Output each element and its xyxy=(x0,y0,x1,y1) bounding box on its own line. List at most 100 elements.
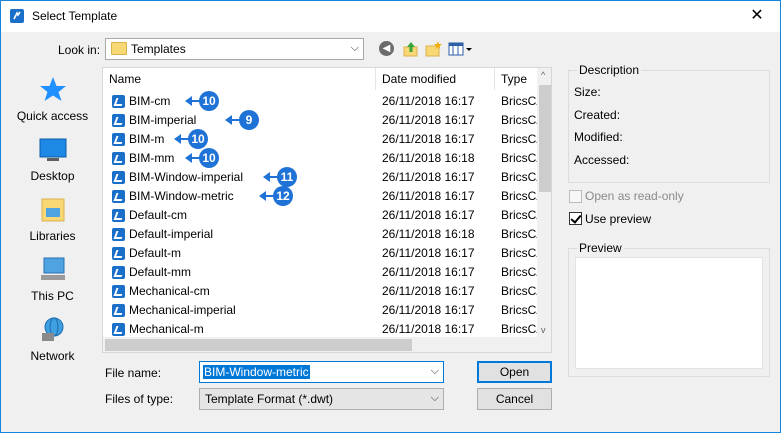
preview-area xyxy=(575,257,763,369)
file-row[interactable]: BIM-mm 26/11/2018 16:18 BricsCAD 10 xyxy=(103,148,537,168)
bricscad-file-icon xyxy=(112,171,125,184)
column-header-name[interactable]: Name xyxy=(103,68,376,90)
libraries-icon xyxy=(38,195,68,223)
file-row[interactable]: Mechanical-cm 26/11/2018 16:17 BricsCAD xyxy=(103,282,537,301)
look-in-combo[interactable]: Templates ⌵ xyxy=(105,38,364,60)
callout-number: 10 xyxy=(199,91,219,111)
chevron-down-icon: ⌵ xyxy=(350,42,359,54)
horizontal-scrollbar[interactable] xyxy=(103,337,537,352)
folder-icon xyxy=(111,42,127,55)
file-type-cell: BricsCAD xyxy=(501,170,537,184)
title-bar: Select Template ✕ xyxy=(1,1,780,32)
window-title: Select Template xyxy=(32,9,118,23)
file-row[interactable]: Default-cm 26/11/2018 16:17 BricsCAD xyxy=(103,206,537,225)
file-type-cell: BricsCAD xyxy=(501,113,537,127)
file-name-cell: BIM-mm xyxy=(129,151,175,165)
vertical-scrollbar[interactable]: ^ v xyxy=(537,68,551,337)
place-libraries[interactable]: Libraries xyxy=(5,195,100,251)
place-desktop[interactable]: Desktop xyxy=(5,135,100,191)
file-name-cell: BIM-imperial xyxy=(129,113,197,127)
look-in-value: Templates xyxy=(131,42,186,56)
new-folder-icon[interactable] xyxy=(425,40,443,58)
file-date-cell: 26/11/2018 16:17 xyxy=(382,132,475,146)
file-name-cell: BIM-m xyxy=(129,132,165,146)
file-name-cell: Default-mm xyxy=(129,265,192,279)
bricscad-file-icon xyxy=(112,209,125,222)
file-date-cell: 26/11/2018 16:17 xyxy=(382,303,475,317)
scroll-down-icon[interactable]: v xyxy=(541,325,546,335)
place-network[interactable]: Network xyxy=(5,315,100,371)
file-type-cell: BricsCAD xyxy=(501,151,537,165)
preview-group: Preview xyxy=(568,241,770,377)
place-quick-access[interactable]: Quick access xyxy=(5,75,100,131)
file-row[interactable]: BIM-cm 26/11/2018 16:17 BricsCAD 10 xyxy=(103,91,537,111)
file-name-cell: Mechanical-m xyxy=(129,322,204,336)
select-template-dialog: Select Template ✕ Look in: Templates ⌵ ◀… xyxy=(0,0,781,433)
chevron-down-icon[interactable]: ⌵ xyxy=(431,392,439,405)
place-label: Desktop xyxy=(30,169,75,183)
open-readonly-checkbox[interactable] xyxy=(569,190,582,203)
close-icon[interactable]: ✕ xyxy=(734,1,780,31)
file-list[interactable]: ^ Name Date modified Type BIM-cm 26/11/20… xyxy=(102,67,552,353)
bricscad-file-icon xyxy=(112,323,125,336)
file-row[interactable]: BIM-imperial 26/11/2018 16:17 BricsCAD 9 xyxy=(103,110,537,130)
file-name-value[interactable]: BIM-Window-metric xyxy=(203,365,310,379)
file-row[interactable]: Mechanical-imperial 26/11/2018 16:17 Brics… xyxy=(103,301,537,320)
file-type-cell: BricsCAD xyxy=(501,284,537,298)
open-readonly-label: Open as read-only xyxy=(585,189,684,203)
open-button[interactable]: Open xyxy=(477,361,552,383)
file-row[interactable]: Default-mm 26/11/2018 16:17 BricsCAD xyxy=(103,263,537,282)
file-date-cell: 26/11/2018 16:17 xyxy=(382,113,475,127)
file-date-cell: 26/11/2018 16:17 xyxy=(382,284,475,298)
place-this-pc[interactable]: This PC xyxy=(5,255,100,311)
file-row[interactable]: Default-m 26/11/2018 16:17 BricsCAD xyxy=(103,244,537,263)
file-type-cell: BricsCAD xyxy=(501,227,537,241)
file-type-cell: BricsCAD xyxy=(501,246,537,260)
bricscad-file-icon xyxy=(112,114,125,127)
bricscad-file-icon xyxy=(112,95,125,108)
column-header-type[interactable]: Type xyxy=(495,68,537,90)
file-name-cell: Default-cm xyxy=(129,208,188,222)
scroll-corner xyxy=(537,337,551,352)
scroll-up-icon[interactable]: ^ xyxy=(541,70,545,80)
up-folder-icon[interactable] xyxy=(402,40,420,58)
file-row[interactable]: Default-imperial 26/11/2018 16:18 BricsCAD xyxy=(103,225,537,244)
column-header-date[interactable]: Date modified xyxy=(376,68,495,90)
scroll-thumb[interactable] xyxy=(105,339,412,351)
views-menu-icon[interactable] xyxy=(448,40,474,58)
file-type-cell: BricsCAD xyxy=(501,322,537,336)
bricscad-file-icon xyxy=(112,228,125,241)
cancel-button[interactable]: Cancel xyxy=(477,388,552,410)
file-name-cell: BIM-cm xyxy=(129,94,171,108)
files-of-type-label: Files of type: xyxy=(105,392,174,406)
file-date-cell: 26/11/2018 16:17 xyxy=(382,265,475,279)
file-row[interactable]: BIM-Window-imperial 26/11/2018 16:17 Brics… xyxy=(103,167,537,187)
scroll-thumb[interactable] xyxy=(539,85,551,192)
file-date-cell: 26/11/2018 16:17 xyxy=(382,94,475,108)
file-type-cell: BricsCAD xyxy=(501,94,537,108)
created-label: Created: xyxy=(574,108,621,122)
file-row[interactable]: BIM-m 26/11/2018 16:17 BricsCAD 10 xyxy=(103,129,537,149)
chevron-down-icon[interactable]: ⌵ xyxy=(431,365,439,378)
star-icon xyxy=(38,75,68,103)
computer-icon xyxy=(38,255,68,283)
back-arrow-icon[interactable]: ◀ xyxy=(379,40,397,58)
file-name-cell: Mechanical-cm xyxy=(129,284,210,298)
file-name-input[interactable]: BIM-Window-metric ⌵ xyxy=(199,361,444,383)
size-label: Size: xyxy=(574,85,601,99)
bricscad-app-icon xyxy=(10,9,24,23)
network-icon xyxy=(38,315,68,343)
modified-label: Modified: xyxy=(574,130,623,144)
bricscad-file-icon xyxy=(112,133,125,146)
files-of-type-value: Template Format (*.dwt) xyxy=(205,392,334,406)
preview-title: Preview xyxy=(577,241,624,255)
use-preview-checkbox[interactable] xyxy=(569,212,582,225)
file-row[interactable]: BIM-Window-metric 26/11/2018 16:17 BricsCA… xyxy=(103,186,537,206)
file-type-cell: BricsCAD xyxy=(501,189,537,203)
callout-number: 11 xyxy=(277,167,297,187)
use-preview-label: Use preview xyxy=(585,212,652,226)
files-of-type-select[interactable]: Template Format (*.dwt) ⌵ xyxy=(199,388,444,410)
callout-number: 12 xyxy=(273,186,293,206)
place-label: Quick access xyxy=(16,109,89,123)
bricscad-file-icon xyxy=(112,152,125,165)
